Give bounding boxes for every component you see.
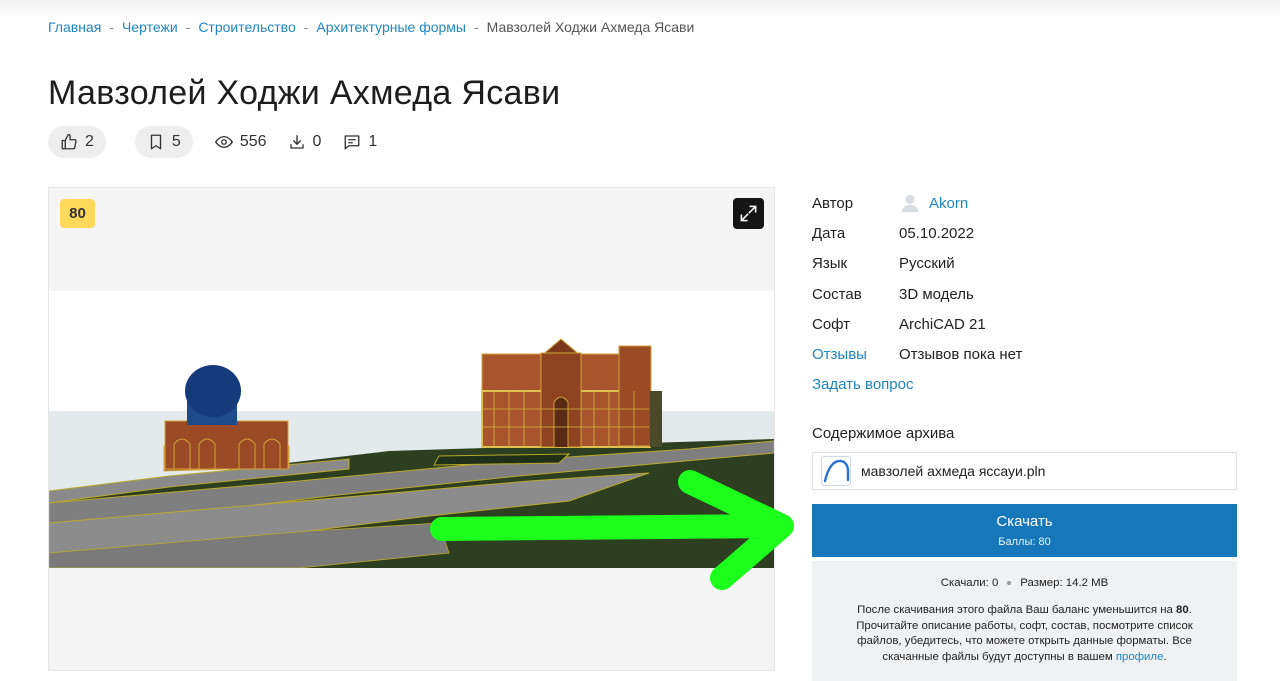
profile-link[interactable]: профиле — [1116, 651, 1164, 663]
composition-value: 3D модель — [899, 285, 974, 303]
download-info-panel: Скачали: 0 Размер: 14.2 MB После скачива… — [812, 561, 1237, 681]
info-row-composition: Состав 3D модель — [812, 279, 1237, 309]
expand-icon — [740, 205, 757, 222]
image-gallery[interactable]: 80 — [48, 187, 775, 671]
page-title: Мавзолей Ходжи Ахмеда Ясави — [48, 74, 561, 112]
expand-button[interactable] — [733, 198, 764, 229]
ask-question-link[interactable]: Задать вопрос — [812, 376, 913, 393]
download-note: После скачивания этого файла Ваш баланс … — [834, 603, 1215, 666]
views-stat: 556 — [214, 133, 267, 151]
breadcrumb-separator: - — [303, 19, 309, 35]
meta-separator-dot — [1007, 581, 1012, 585]
breadcrumb-link-drawings[interactable]: Чертежи — [122, 19, 178, 35]
download-button[interactable]: Скачать Баллы: 80 — [812, 504, 1237, 557]
reviews-link[interactable]: Отзывы — [812, 346, 899, 363]
archicad-file-icon — [821, 456, 851, 486]
breadcrumb-link-architectural-forms[interactable]: Архитектурные формы — [316, 19, 466, 35]
downloads-stat: 0 — [288, 133, 322, 151]
likes-count: 2 — [85, 133, 94, 150]
thumbs-up-icon — [61, 133, 77, 150]
breadcrumb-separator: - — [185, 19, 191, 35]
views-count: 556 — [239, 133, 267, 150]
download-icon — [289, 135, 304, 149]
comments-count: 1 — [368, 133, 378, 150]
note-end: . — [1163, 651, 1167, 664]
language-value: Русский — [899, 255, 955, 273]
date-label: Дата — [812, 224, 846, 242]
bookmark-icon — [150, 134, 162, 150]
software-label: Софт — [812, 315, 851, 333]
breadcrumb: Главная - Чертежи - Строительство - Архи… — [48, 19, 694, 35]
breadcrumb-link-home[interactable]: Главная — [48, 19, 101, 35]
download-meta: Скачали: 0 Размер: 14.2 MB — [812, 577, 1237, 589]
bookmark-button[interactable]: 5 — [134, 126, 193, 158]
author-label: Автор — [812, 194, 854, 212]
info-row-date: Дата 05.10.2022 — [812, 218, 1237, 248]
avatar-icon — [901, 194, 919, 213]
info-row-ask: Задать вопрос — [812, 370, 1237, 400]
annotation-arrow — [430, 470, 794, 590]
breadcrumb-link-construction[interactable]: Строительство — [198, 19, 295, 35]
breadcrumb-separator: - — [109, 19, 114, 35]
breadcrumb-separator: - — [473, 19, 479, 35]
eye-icon — [214, 136, 233, 148]
language-label: Язык — [812, 255, 848, 273]
like-button[interactable]: 2 — [48, 126, 106, 158]
file-size: Размер: 14.2 MB — [1020, 577, 1109, 589]
reviews-value: Отзывов пока нет — [899, 346, 1023, 364]
breadcrumb-current: Мавзолей Ходжи Ахмеда Ясави — [486, 19, 695, 35]
composition-label: Состав — [812, 285, 862, 303]
archive-title: Содержимое архива — [812, 425, 955, 442]
download-points: Баллы: 80 — [998, 536, 1051, 548]
software-value: ArchiCAD 21 — [899, 315, 986, 333]
note-text-1: После скачивания этого файла Ваш баланс … — [857, 604, 1173, 616]
info-row-language: Язык Русский — [812, 249, 1237, 279]
info-row-author: Автор Akorn — [812, 188, 1237, 218]
author-name: Akorn — [929, 194, 969, 212]
downloaded-count: Скачали: 0 — [940, 577, 999, 589]
comment-icon — [344, 135, 360, 150]
date-value: 05.10.2022 — [899, 224, 975, 242]
bookmarks-count: 5 — [171, 133, 181, 150]
author-link[interactable]: Akorn — [899, 192, 968, 214]
stats-bar: 2 5 556 0 1 — [48, 126, 377, 158]
downloads-count: 0 — [312, 133, 322, 150]
info-panel: Автор Akorn Дата 05.10.2022 Язык Русский… — [812, 188, 1237, 400]
download-button-label: Скачать — [996, 513, 1053, 530]
comments-stat[interactable]: 1 — [343, 133, 377, 151]
price-badge: 80 — [60, 199, 95, 228]
info-row-reviews: Отзывы Отзывов пока нет — [812, 339, 1237, 369]
archive-file-name: мавзолей ахмеда яссауи.pln — [861, 463, 1046, 479]
top-shade — [0, 0, 1280, 20]
note-amount: 80 — [1176, 604, 1189, 616]
info-row-software: Софт ArchiCAD 21 — [812, 309, 1237, 339]
archive-file-item[interactable]: мавзолей ахмеда яссауи.pln — [812, 452, 1237, 490]
